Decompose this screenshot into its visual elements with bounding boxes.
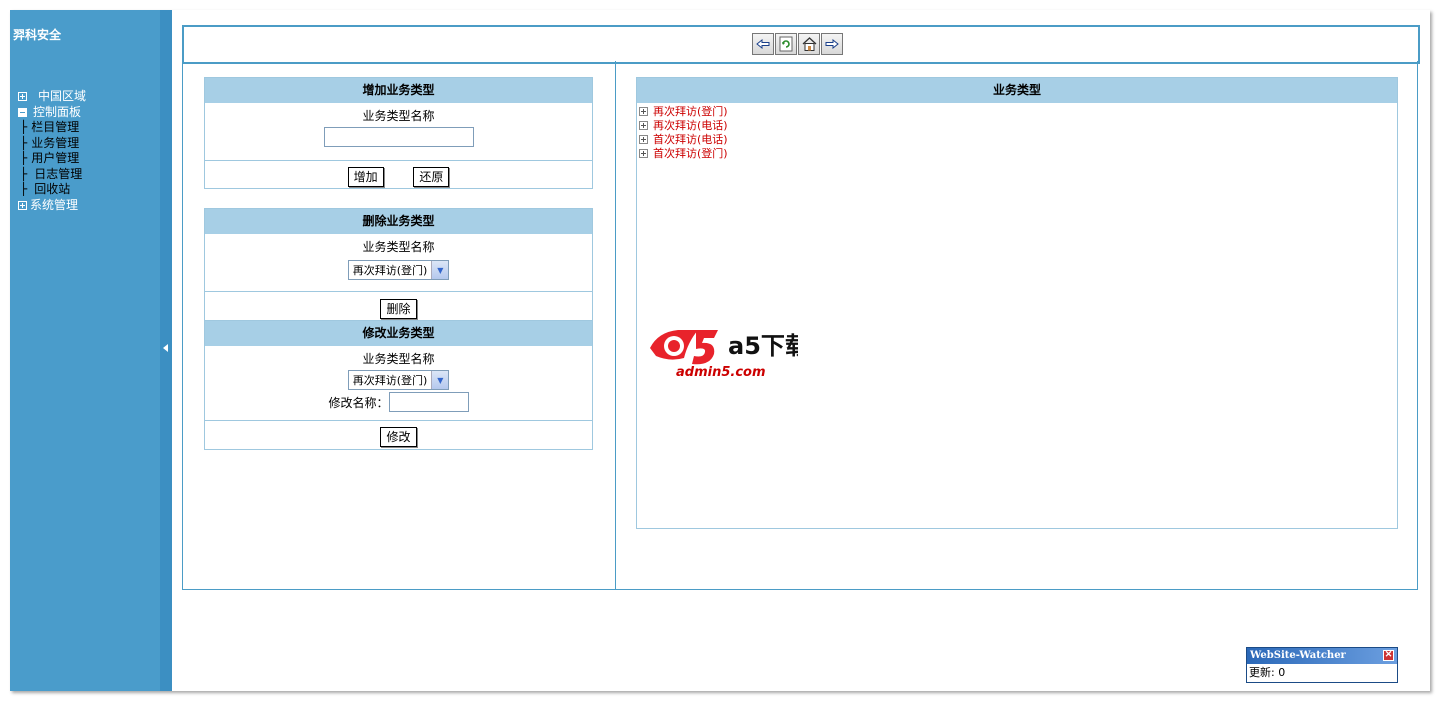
watermark-site: admin5.com [676, 365, 766, 380]
forward-button[interactable] [821, 33, 843, 55]
field-label: 业务类型名称 [362, 109, 435, 123]
chevron-down-icon: ▼ [431, 371, 449, 389]
watermark-brand: a5下载 [728, 332, 798, 360]
select-value: 再次拜访(登门) [352, 374, 428, 387]
expand-plus-icon[interactable] [639, 148, 648, 158]
nav-label: 控制面板 [33, 104, 82, 119]
type-list: 再次拜访(登门) 再次拜访(电话) 首次拜访(电话) 首次拜访(登门) [637, 103, 1397, 160]
expand-plus-icon[interactable] [639, 120, 648, 130]
collapse-arrow-icon[interactable] [163, 344, 168, 352]
home-button[interactable] [798, 33, 820, 55]
back-button[interactable] [752, 33, 774, 55]
nav-label: 中国区域 [38, 89, 87, 103]
list-item[interactable]: 再次拜访(电话) [637, 118, 1397, 132]
delete-button[interactable]: 删除 [380, 299, 417, 319]
nav-label: 用户管理 [31, 151, 80, 165]
nav-label: 日志管理 [34, 166, 83, 181]
list-item[interactable]: 再次拜访(登门) [637, 104, 1397, 118]
expand-plus-icon[interactable] [18, 200, 27, 210]
watcher-title-text: WebSite-Watcher [1250, 650, 1346, 661]
expand-plus-icon[interactable] [639, 106, 648, 116]
back-arrow-icon [756, 39, 770, 49]
nav-recycle-bin[interactable]: ├ 回收站 [18, 182, 86, 198]
forward-arrow-icon [825, 39, 839, 49]
list-item-label: 首次拜访(登门) [653, 147, 728, 160]
panel-title: 业务类型 [637, 78, 1397, 103]
app-brand: 羿科安全 [13, 28, 62, 42]
nav-label: 栏目管理 [31, 120, 80, 134]
list-item[interactable]: 首次拜访(电话) [637, 132, 1397, 146]
website-watcher-widget: WebSite-Watcher ✕ 更新: 0 [1246, 647, 1398, 683]
watcher-title: WebSite-Watcher ✕ [1247, 648, 1397, 664]
add-button[interactable]: 增加 [347, 167, 384, 187]
nav-china-region[interactable]: 中国区域 [18, 89, 86, 105]
toolbar [182, 25, 1420, 64]
modify-type-panel: 修改业务类型 业务类型名称 再次拜访(登门) ▼ 修改名称： 修改 [204, 320, 593, 450]
nav-system-manage[interactable]: 系统管理 [18, 198, 86, 214]
nav-label: 系统管理 [30, 197, 79, 212]
rename-input[interactable] [388, 392, 469, 412]
nav-tree: 中国区域 控制面板 ├ 栏目管理 ├ 业务管理 ├ 用户管理 ├ 日志管理 ├ … [18, 89, 86, 213]
tree-branch-icon: ├ [20, 151, 28, 165]
nav-label: 回收站 [34, 182, 71, 196]
chevron-down-icon: ▼ [431, 261, 449, 279]
tree-branch-icon: ├ [20, 120, 28, 134]
tree-branch-icon: ├ [20, 135, 28, 150]
refresh-button[interactable] [775, 33, 797, 55]
panel-footer: 修改 [205, 420, 592, 449]
close-icon[interactable]: ✕ [1383, 650, 1394, 661]
panel-body: 业务类型名称 再次拜访(登门) ▼ [205, 234, 592, 291]
type-name-input[interactable] [323, 127, 474, 147]
field-label: 业务类型名称 [362, 240, 435, 254]
panel-title: 修改业务类型 [205, 321, 592, 346]
add-type-panel: 增加业务类型 业务类型名称 增加 还原 [204, 77, 593, 189]
panel-footer: 删除 [205, 291, 592, 320]
collapse-minus-icon[interactable] [18, 107, 27, 117]
home-icon [802, 37, 816, 51]
a5-watermark-logo: a5下载 admin5.com [648, 322, 809, 380]
modify-type-select[interactable]: 再次拜访(登门) ▼ [347, 370, 450, 390]
delete-type-panel: 删除业务类型 业务类型名称 再次拜访(登门) ▼ 删除 [204, 208, 593, 320]
nav-business-manage[interactable]: ├ 业务管理 [18, 136, 86, 152]
nav-label: 业务管理 [31, 135, 80, 150]
tree-branch-icon: ├ [20, 182, 28, 196]
type-list-panel: 业务类型 再次拜访(登门) 再次拜访(电话) 首次拜访(电话) 首次拜访(登门) [636, 77, 1398, 529]
refresh-icon [779, 36, 793, 52]
content-divider [615, 61, 616, 590]
rename-label: 修改名称： [328, 395, 389, 410]
list-item[interactable]: 首次拜访(登门) [637, 146, 1397, 160]
reset-button[interactable]: 还原 [413, 167, 450, 187]
expand-plus-icon[interactable] [639, 134, 648, 144]
delete-type-select[interactable]: 再次拜访(登门) ▼ [347, 260, 450, 280]
nav-column-manage[interactable]: ├ 栏目管理 [18, 120, 86, 136]
tree-branch-icon: ├ [20, 166, 28, 181]
panel-body: 业务类型名称 [205, 103, 592, 160]
modify-button[interactable]: 修改 [380, 427, 417, 447]
select-value: 再次拜访(登门) [352, 264, 428, 277]
rename-row: 修改名称： [205, 392, 592, 412]
nav-control-panel[interactable]: 控制面板 [18, 105, 86, 121]
watcher-update: 更新: 0 [1249, 666, 1286, 679]
nav-log-manage[interactable]: ├ 日志管理 [18, 167, 86, 183]
panel-footer: 增加 还原 [205, 160, 592, 188]
panel-title: 增加业务类型 [205, 78, 592, 103]
nav-user-manage[interactable]: ├ 用户管理 [18, 151, 86, 167]
panel-title: 删除业务类型 [205, 209, 592, 234]
expand-plus-icon[interactable] [18, 92, 27, 102]
panel-body: 业务类型名称 再次拜访(登门) ▼ 修改名称： [205, 346, 592, 420]
toolbar-buttons [752, 33, 843, 55]
field-label: 业务类型名称 [362, 352, 435, 366]
